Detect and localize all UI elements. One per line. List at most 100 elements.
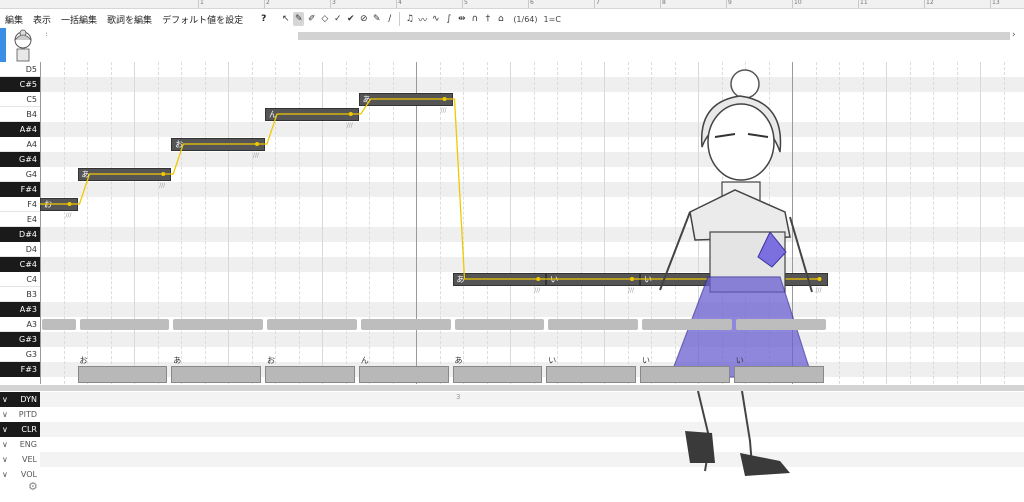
menu-bar: 編集 表示 一括編集 歌詞を編集 デフォルト値を設定 ? ↖ ✎ ✐ ◇ ✓ ✔ ⊘ ✎ ∕ ♫… xyxy=(0,9,1024,29)
pitch-point[interactable] xyxy=(442,97,447,101)
piano-key-a4[interactable]: A4 xyxy=(0,137,40,152)
snap-icon[interactable]: ⌂ xyxy=(495,12,506,26)
phoneme-block[interactable] xyxy=(546,366,636,383)
waveform-segment xyxy=(735,319,826,330)
ruler-tick xyxy=(594,0,595,8)
expression-pitd[interactable]: ∨ PITD xyxy=(0,407,40,422)
split-icon[interactable]: † xyxy=(482,12,493,26)
chevron-down-icon[interactable]: ∨ xyxy=(2,392,12,407)
phoneme-block[interactable] xyxy=(640,366,730,383)
pitch-point[interactable] xyxy=(536,277,541,281)
note-mode-icon[interactable]: ♫ xyxy=(404,12,415,26)
help-button[interactable]: ? xyxy=(256,14,271,24)
tension-icon[interactable]: ∫ xyxy=(443,12,454,26)
piano-key-fsharp4[interactable]: F#4 xyxy=(0,182,40,197)
expression-vel[interactable]: ∨ VEL xyxy=(0,452,40,467)
chevron-down-icon[interactable]: ∨ xyxy=(2,437,12,452)
cursor-icon[interactable]: ↖ xyxy=(280,12,291,26)
piano-key-dsharp4[interactable]: D#4 xyxy=(0,227,40,242)
brush-icon[interactable]: ∕ xyxy=(384,12,395,26)
piano-key-b3[interactable]: B3 xyxy=(0,287,40,302)
phoneme-block[interactable] xyxy=(733,366,824,383)
chevron-down-icon[interactable]: ∨ xyxy=(2,422,12,437)
piano-key-csharp4[interactable]: C#4 xyxy=(0,257,40,272)
phoneme-block[interactable] xyxy=(265,366,355,383)
phoneme-block[interactable] xyxy=(77,366,168,383)
pitch-point[interactable] xyxy=(630,277,634,281)
ruler-tick xyxy=(264,0,265,8)
piano-key-c5[interactable]: C5 xyxy=(0,92,40,107)
phoneme-label: い xyxy=(642,356,650,365)
line-pitch-icon[interactable]: ✓ xyxy=(332,12,343,26)
ruler-tick xyxy=(198,0,199,8)
piano-key-asharp3[interactable]: A#3 xyxy=(0,302,40,317)
expression-dyn[interactable]: ∨ DYN xyxy=(0,392,40,407)
menu-set-defaults[interactable]: デフォルト値を設定 xyxy=(157,13,248,26)
piano-key-csharp5[interactable]: C#5 xyxy=(0,77,40,92)
waveform-segment xyxy=(79,319,170,330)
ruler-tick xyxy=(660,0,661,8)
expression-grid[interactable]: 3 xyxy=(40,391,1024,502)
piano-key-f4[interactable]: F4 xyxy=(0,197,40,212)
eraser-icon[interactable]: ◇ xyxy=(319,12,330,26)
expression-name: VEL xyxy=(22,455,37,464)
piano-roll-grid[interactable]: 3 お///あ///お///ん///あ///あ///い///い///い/// xyxy=(40,62,1024,384)
menu-batch-edit[interactable]: 一括編集 xyxy=(56,13,102,26)
pitch-pencil-icon[interactable]: ✐ xyxy=(306,12,317,26)
piano-key-g3[interactable]: G3 xyxy=(0,347,40,362)
singer-avatar[interactable] xyxy=(0,28,46,62)
piano-key-c4[interactable]: C4 xyxy=(0,272,40,287)
scroll-right-icon[interactable]: › xyxy=(1012,30,1016,40)
toolbar: ↖ ✎ ✐ ◇ ✓ ✔ ⊘ ✎ ∕ ♫ 〰 ∿ ∫ ⇹ ∩ † ⌂ (1/64) 1=C xyxy=(279,12,561,26)
expression-clr[interactable]: ∨ CLR xyxy=(0,422,40,437)
pitch-point[interactable] xyxy=(348,112,353,116)
chevron-down-icon[interactable]: ∨ xyxy=(2,452,12,467)
piano-key-b4[interactable]: B4 xyxy=(0,107,40,122)
vibrato-mode-icon[interactable]: 〰 xyxy=(417,12,428,26)
ruler-number: 13 xyxy=(992,0,1000,6)
expression-eng[interactable]: ∨ ENG xyxy=(0,437,40,452)
ruler-number: 1 xyxy=(200,0,204,6)
piano-key-e4[interactable]: E4 xyxy=(0,212,40,227)
pitch-point[interactable] xyxy=(255,142,259,146)
piano-key-gsharp3[interactable]: G#3 xyxy=(0,332,40,347)
expression-bar-number: 3 xyxy=(456,393,461,401)
arch-icon[interactable]: ∩ xyxy=(469,12,480,26)
ruler-tick xyxy=(990,0,991,8)
menu-edit-lyrics[interactable]: 歌詞を編集 xyxy=(102,13,157,26)
pencil-icon[interactable]: ✎ xyxy=(293,12,305,26)
piano-key-d5[interactable]: D5 xyxy=(0,62,40,77)
horizontal-scrollbar[interactable] xyxy=(298,32,1010,40)
piano-key-gsharp4[interactable]: G#4 xyxy=(0,152,40,167)
piano-keys: D5 C#5 C5 B4 A#4 A4 G#4 G4 F#4 F4 E4 D#4 D4 C#4 C4 B3 A#… xyxy=(0,62,40,384)
menu-view[interactable]: 表示 xyxy=(28,13,56,26)
piano-key-asharp4[interactable]: A#4 xyxy=(0,122,40,137)
toolbar-divider xyxy=(399,12,401,26)
piano-key-a3[interactable]: A3 xyxy=(0,317,40,332)
pitch-point[interactable] xyxy=(161,172,166,176)
phoneme-block[interactable] xyxy=(358,366,449,383)
ruler-tick xyxy=(792,0,793,8)
piano-key-fsharp3[interactable]: F#3 xyxy=(0,362,40,377)
settings-gear-icon[interactable]: ⚙ xyxy=(28,480,38,493)
line-pitch-plus-icon[interactable]: ✔ xyxy=(345,12,356,26)
menu-edit[interactable]: 編集 xyxy=(0,13,28,26)
snap-label[interactable]: (1/64) xyxy=(513,15,537,24)
phoneme-label: い xyxy=(735,356,744,365)
stretch-icon[interactable]: ⇹ xyxy=(456,12,467,26)
phoneme-block[interactable] xyxy=(171,366,261,383)
pitch-point[interactable] xyxy=(67,202,72,206)
ruler-pencil-icon[interactable]: ⊘ xyxy=(358,12,369,26)
piano-key-d4[interactable]: D4 xyxy=(0,242,40,257)
phoneme-block[interactable] xyxy=(452,366,543,383)
phoneme-label: ん xyxy=(360,356,369,365)
chevron-down-icon[interactable]: ∨ xyxy=(2,407,12,422)
phoneme-label: い xyxy=(548,356,557,365)
chevron-down-icon[interactable]: ∨ xyxy=(2,467,12,482)
pitch-curve-icon[interactable]: ∿ xyxy=(430,12,441,26)
smooth-pencil-icon[interactable]: ✎ xyxy=(371,12,382,26)
key-label[interactable]: 1=C xyxy=(544,15,561,24)
ruler-tick xyxy=(528,0,529,8)
piano-key-g4[interactable]: G4 xyxy=(0,167,40,182)
ruler-number: 3 xyxy=(332,0,336,6)
